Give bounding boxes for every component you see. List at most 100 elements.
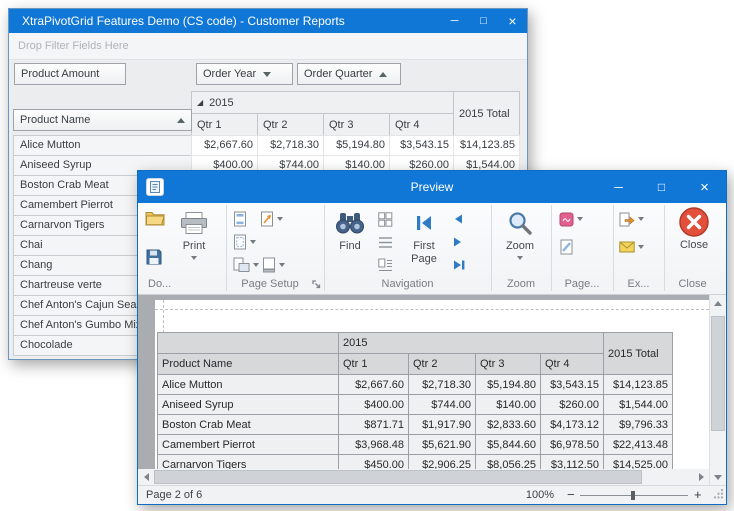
page-outline-button[interactable]	[378, 231, 393, 253]
page-color-icon	[559, 212, 574, 227]
many-pages-button[interactable]	[378, 208, 393, 230]
scroll-up-button[interactable]	[710, 295, 726, 311]
group-caption-page: Page...	[551, 276, 613, 291]
group-caption-page-setup: Page Setup	[226, 276, 314, 291]
last-page-icon	[452, 259, 466, 271]
total-cell: $14,123.85	[453, 135, 520, 156]
filter-drop-area[interactable]: Drop Filter Fields Here	[9, 33, 527, 60]
export-file-icon	[619, 212, 635, 227]
vertical-scroll-thumb[interactable]	[711, 316, 725, 431]
save-document-button[interactable]	[146, 246, 162, 268]
magnifier-icon	[507, 210, 533, 236]
report-total-header: 2015 Total	[604, 333, 673, 375]
horizontal-scrollbar[interactable]	[138, 469, 709, 485]
horizontal-scroll-thumb[interactable]	[154, 470, 642, 484]
zoom-percent: 100%	[510, 489, 554, 501]
maximize-icon: □	[480, 15, 487, 27]
preview-minimize-button[interactable]: ─	[597, 171, 640, 203]
report-cell: $14,123.85	[604, 375, 673, 395]
vertical-scrollbar[interactable]	[709, 295, 726, 485]
qtr1-column-header[interactable]: Qtr 1	[191, 113, 258, 136]
group-caption-document: Do...	[142, 276, 226, 291]
report-row-name: Camembert Pierrot	[158, 435, 339, 455]
find-button[interactable]: Find	[328, 206, 372, 274]
pivot-close-button[interactable]: ×	[498, 9, 527, 33]
resize-grip[interactable]	[713, 488, 724, 502]
binoculars-icon	[335, 212, 365, 234]
zoom-button[interactable]: Zoom	[494, 206, 546, 274]
first-page-button[interactable]: First Page	[400, 206, 448, 274]
field-order-year[interactable]: Order Year	[196, 63, 293, 85]
scale-button[interactable]	[260, 208, 283, 230]
open-document-button[interactable]	[145, 207, 165, 229]
send-email-button[interactable]	[619, 236, 644, 258]
dropdown-caret-icon	[577, 217, 583, 221]
qtr3-column-header[interactable]: Qtr 3	[323, 113, 390, 136]
report-row-name: Carnarvon Tigers	[158, 455, 339, 470]
pivot-maximize-button[interactable]: □	[469, 9, 498, 33]
minimize-icon: ─	[451, 15, 459, 27]
export-to-button[interactable]	[619, 208, 644, 230]
dropdown-caret-icon	[638, 245, 644, 249]
first-page-label: First Page	[403, 240, 445, 266]
watermark-button[interactable]	[560, 236, 573, 258]
preview-app-icon	[146, 178, 164, 196]
margins-button[interactable]	[233, 231, 256, 253]
zoom-slider[interactable]	[580, 495, 688, 496]
dialog-launcher-button[interactable]	[308, 277, 324, 292]
report-name-header: Product Name	[158, 354, 339, 375]
header-footer-button[interactable]	[233, 208, 247, 230]
preview-close-button[interactable]: ×	[683, 171, 726, 203]
data-cell: $3,543.15	[389, 135, 454, 156]
header-footer-icon	[233, 211, 247, 227]
data-cell: $5,194.80	[323, 135, 390, 156]
report-cell: $744.00	[409, 395, 476, 415]
thumbnails-button[interactable]	[378, 254, 393, 276]
close-icon: ×	[700, 179, 709, 196]
sort-ascending-icon	[177, 118, 185, 123]
report-cell: $2,906.25	[409, 455, 476, 470]
ribbon: Print Find	[138, 203, 726, 295]
scroll-down-button[interactable]	[710, 469, 726, 485]
preview-maximize-button[interactable]: □	[640, 171, 683, 203]
orientation-icon	[233, 257, 250, 273]
next-page-button[interactable]	[452, 231, 464, 253]
watermark-icon	[560, 239, 573, 255]
qtr2-column-header[interactable]: Qtr 2	[257, 113, 324, 136]
report-cell: $5,844.60	[476, 435, 541, 455]
orientation-button[interactable]	[233, 254, 259, 276]
page-color-button[interactable]	[559, 208, 583, 230]
zoom-slider-thumb[interactable]	[631, 491, 635, 500]
previous-page-button[interactable]	[452, 208, 464, 230]
report-cell: $3,112.50	[541, 455, 604, 470]
print-button[interactable]: Print	[170, 206, 218, 274]
zoom-in-button[interactable]: +	[694, 487, 702, 502]
close-icon: ×	[508, 13, 516, 29]
data-cell: $2,718.30	[257, 135, 324, 156]
scroll-right-button[interactable]	[693, 469, 709, 485]
qtr4-column-header[interactable]: Qtr 4	[389, 113, 454, 136]
year-group-header[interactable]: ◢ 2015	[191, 91, 454, 114]
report-qtr-header: Qtr 3	[476, 354, 541, 375]
scroll-down-icon	[714, 475, 722, 480]
grand-total-column-header[interactable]: 2015 Total	[453, 91, 520, 136]
field-product-amount[interactable]: Product Amount	[14, 63, 126, 85]
pivot-minimize-button[interactable]: ─	[440, 9, 469, 33]
zoom-out-button[interactable]: −	[567, 487, 575, 502]
minimize-icon: ─	[614, 180, 623, 194]
collapse-icon[interactable]: ◢	[197, 98, 203, 107]
dropdown-caret-icon	[638, 217, 644, 221]
close-label: Close	[680, 239, 708, 252]
last-page-button[interactable]	[452, 254, 466, 276]
report-qtr-header: Qtr 2	[409, 354, 476, 375]
envelope-icon	[619, 241, 635, 253]
scroll-left-button[interactable]	[138, 469, 154, 485]
close-preview-button[interactable]: Close	[668, 205, 720, 273]
report-cell: $400.00	[339, 395, 409, 415]
dropdown-caret-icon	[191, 256, 197, 260]
field-label: Order Quarter	[304, 68, 372, 80]
field-product-name[interactable]: Product Name	[13, 109, 192, 131]
paper-size-button[interactable]	[262, 254, 285, 276]
first-page-icon	[415, 214, 433, 232]
field-order-quarter[interactable]: Order Quarter	[297, 63, 401, 85]
